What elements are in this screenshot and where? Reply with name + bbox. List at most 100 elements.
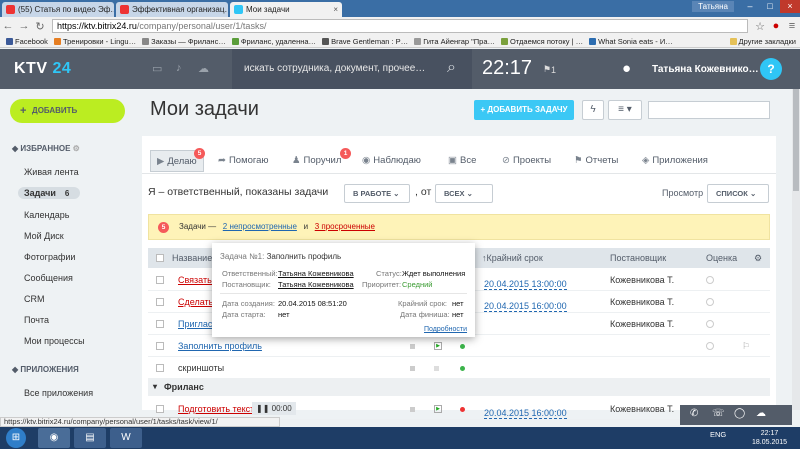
explorer-icon[interactable]: ▤ [74, 428, 106, 448]
clock[interactable]: 22:17 [482, 57, 532, 80]
menu-item-disk[interactable]: Мой Диск [24, 231, 64, 241]
row-checkbox[interactable] [156, 320, 164, 328]
add-button[interactable]: + ДОБАВИТЬ [10, 99, 125, 123]
row-checkbox[interactable] [156, 276, 164, 284]
grade-icon[interactable] [706, 276, 714, 284]
windows-start-icon[interactable]: ⊞ [6, 428, 26, 448]
maximize-icon[interactable]: □ [760, 0, 780, 13]
select-all-checkbox[interactable] [156, 254, 164, 262]
lang-indicator[interactable]: ENG [710, 430, 726, 439]
menu-item-all-apps[interactable]: Все приложения [24, 388, 93, 398]
start-icon[interactable]: ▶ [434, 342, 442, 350]
row-checkbox[interactable] [156, 298, 164, 306]
grade-icon[interactable] [706, 320, 714, 328]
task-name[interactable]: Заполнить профиль [178, 335, 262, 357]
scrollbar[interactable] [792, 89, 800, 410]
col-creator[interactable]: Постановщик [610, 248, 666, 268]
lightning-button[interactable]: ϟ [582, 100, 604, 120]
portal-search-input[interactable]: искать сотрудника, документ, прочее… [232, 49, 472, 89]
scroll-thumb[interactable] [793, 89, 799, 191]
task-deadline[interactable]: 20.04.2015 16:00:00 [484, 402, 567, 424]
view-mode-dropdown[interactable]: СПИСОК ⌄ [707, 184, 769, 203]
task-creator[interactable]: Кожевникова Т. [610, 269, 674, 291]
star-icon[interactable]: ☆ [752, 20, 768, 33]
gear-icon[interactable]: ⚙ [754, 248, 762, 268]
unread-link[interactable]: 2 непросмотренные [223, 222, 297, 231]
bookmark[interactable]: Тренировки - Lingu… [53, 37, 136, 46]
table-row[interactable]: Заполнить профиль ▶ ⚐ [148, 335, 770, 357]
col-grade[interactable]: Оценка [706, 248, 737, 268]
status-filter-dropdown[interactable]: В РАБОТЕ ⌄ [344, 184, 410, 203]
menu-icon[interactable] [410, 407, 415, 412]
adblock-icon[interactable]: ● [768, 20, 784, 32]
search-icon[interactable]: ⌕ [447, 59, 456, 77]
help-button[interactable]: ? [760, 58, 782, 80]
browser-user[interactable]: Татьяна [692, 1, 734, 12]
bookmark[interactable]: Заказы — Фриланс… [142, 37, 226, 46]
menu-item-processes[interactable]: Мои процессы [24, 336, 85, 346]
close-icon[interactable]: × [333, 5, 338, 14]
filter-input[interactable] [648, 101, 770, 119]
bookmark[interactable]: Facebook [6, 37, 48, 46]
portal-logo[interactable]: KTV 24 [14, 60, 71, 78]
user-name[interactable]: Татьяна Кожевнико… [652, 64, 759, 75]
creator-link[interactable]: Татьяна Кожевникова [278, 280, 354, 289]
menu-icon[interactable] [410, 344, 415, 349]
overdue-link[interactable]: 3 просроченные [315, 222, 375, 231]
back-icon[interactable]: ← [0, 20, 16, 32]
col-name[interactable]: Название [172, 248, 212, 268]
browser-tab[interactable]: (55) Статья по видео Эф…× [2, 2, 114, 17]
reload-icon[interactable]: ↻ [32, 20, 48, 33]
chat-bubble-icon[interactable]: ◯ [734, 408, 745, 419]
flag-icon[interactable]: ⚐ [742, 335, 750, 357]
details-link[interactable]: Подробности [424, 326, 467, 333]
bookmark[interactable]: Гита Айенгар "Пра… [414, 37, 495, 46]
tab-projects[interactable]: ⊘ Проекты [502, 150, 551, 172]
tab-all[interactable]: ▣ Все [448, 150, 476, 172]
menu-item-calendar[interactable]: Календарь [24, 210, 69, 220]
browser-tab-active[interactable]: Мои задачи × [230, 2, 342, 17]
word-icon[interactable]: W [110, 428, 142, 448]
tab-helping[interactable]: ➦ Помогаю [218, 150, 269, 172]
menu-item-mail[interactable]: Почта [24, 315, 49, 325]
bookmark[interactable]: What Sonia eats - И… [589, 37, 673, 46]
menu-item-tasks[interactable]: Задачи 6 [18, 187, 81, 199]
group-header[interactable]: ▾ Фриланс [148, 378, 770, 396]
menu-item-feed[interactable]: Живая лента [24, 167, 79, 177]
chrome-icon[interactable]: ◉ [38, 428, 70, 448]
task-name[interactable]: скриншоты [178, 357, 224, 379]
user-avatar-icon[interactable]: ● [622, 60, 631, 77]
menu-item-crm[interactable]: CRM [24, 294, 45, 304]
menu-item-photos[interactable]: Фотографии [24, 252, 75, 262]
forward-icon[interactable]: → [16, 20, 32, 32]
apps-header[interactable]: ◆ ПРИЛОЖЕНИЯ [12, 365, 79, 374]
start-icon[interactable]: ▶ [434, 405, 442, 413]
responsible-link[interactable]: Татьяна Кожевникова [278, 269, 354, 278]
phone-icon[interactable]: ✆ [690, 408, 698, 419]
gear-icon[interactable]: ⚙ [73, 144, 80, 153]
phone-ring-icon[interactable]: ☏ [712, 408, 725, 419]
taskbar-clock[interactable]: 22:17 18.05.2015 [752, 429, 787, 447]
col-deadline[interactable]: ↑Крайний срок [482, 248, 543, 268]
add-task-button[interactable]: + ДОБАВИТЬ ЗАДАЧУ [474, 100, 574, 120]
cloud-icon[interactable]: ☁ [756, 408, 766, 419]
menu-icon[interactable] [410, 366, 415, 371]
bookmark[interactable]: Brave Gentleman : P… [322, 37, 408, 46]
close-window-icon[interactable]: × [780, 0, 800, 13]
task-creator[interactable]: Кожевникова Т. [610, 291, 674, 313]
cloud-icon[interactable]: ☁ [198, 62, 209, 75]
tab-reports[interactable]: ⚑ Отчеты [574, 150, 618, 172]
tab-watching[interactable]: ◉ Наблюдаю [362, 150, 421, 172]
task-creator[interactable]: Кожевникова Т. [610, 313, 674, 335]
row-checkbox[interactable] [156, 364, 164, 372]
task-creator[interactable]: Кожевникова Т. [610, 398, 674, 420]
grade-icon[interactable] [706, 298, 714, 306]
browser-tab[interactable]: Эффективная организац…× [116, 2, 228, 17]
minimize-icon[interactable]: – [740, 0, 760, 13]
timer[interactable]: ❚❚ 00:00 [252, 402, 296, 415]
bookmark[interactable]: Отдаемся потоку | … [501, 37, 583, 46]
table-row[interactable]: скриншоты [148, 357, 770, 379]
menu-icon[interactable]: ≡ [784, 20, 800, 32]
list-menu-button[interactable]: ≡ ▾ [608, 100, 642, 120]
other-bookmarks[interactable]: Другие закладки [729, 37, 796, 46]
